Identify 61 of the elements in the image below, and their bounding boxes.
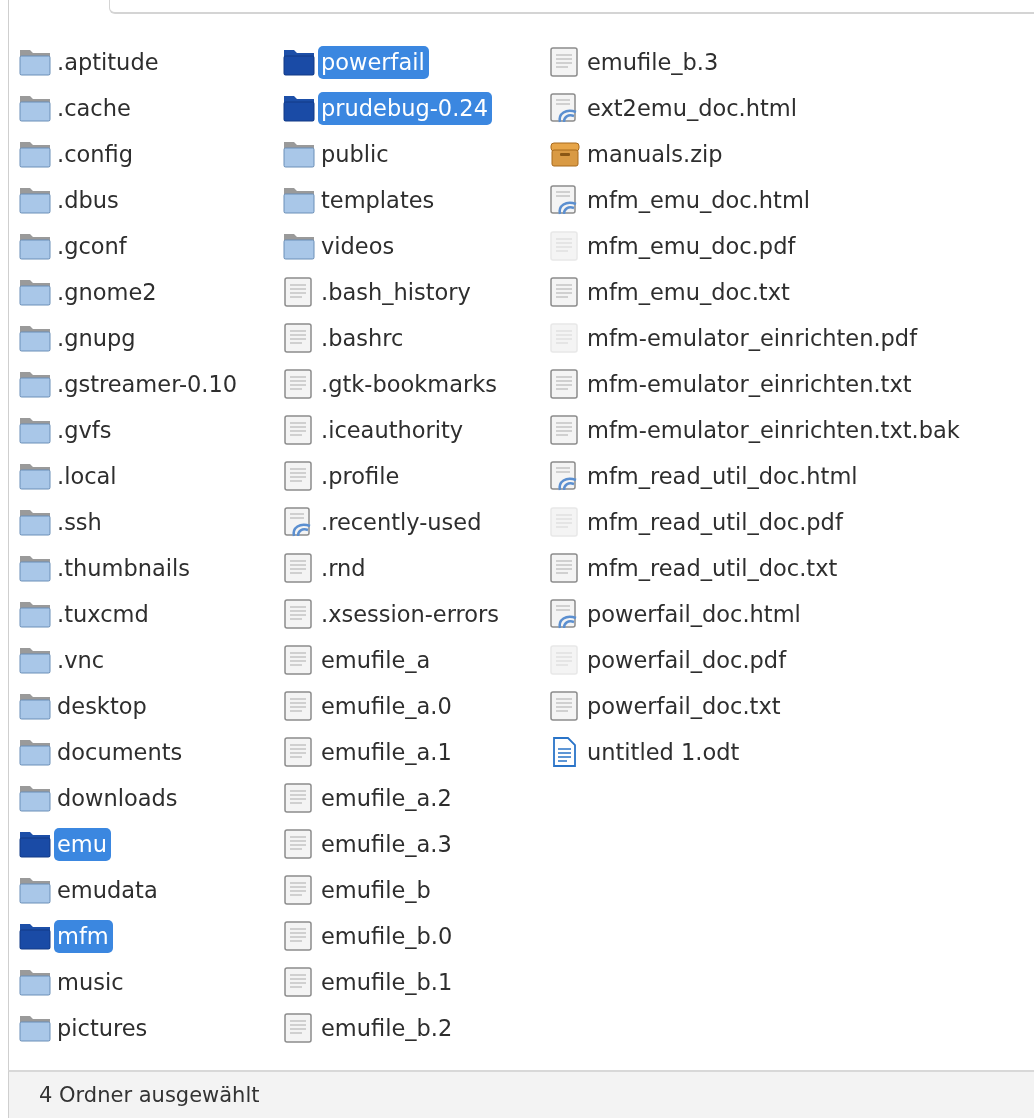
file-name[interactable]: .xsession-errors [318,597,504,631]
file-name[interactable]: manuals.zip [584,137,727,171]
file-name[interactable]: emu [54,827,112,861]
file-name[interactable]: videos [318,229,399,263]
file-name[interactable]: .gtk-bookmarks [318,367,501,401]
file-name[interactable]: untitled 1.odt [584,735,744,769]
file-name[interactable]: public [318,137,393,171]
file-name[interactable]: mfm-emulator_einrichten.pdf [584,321,922,355]
file-name[interactable]: mfm_read_util_doc.html [584,459,862,493]
file-name[interactable]: .profile [318,459,404,493]
file-name[interactable]: mfm_read_util_doc.pdf [584,505,847,539]
file-name[interactable]: powerfail [318,45,429,79]
file-name[interactable]: .gconf [54,229,131,263]
file-name[interactable]: mfm_emu_doc.html [584,183,815,217]
file-name[interactable]: emufile_b.3 [584,45,723,79]
file-name[interactable]: .bash_history [318,275,475,309]
file-name[interactable]: emufile_a [318,643,435,677]
file-name[interactable]: .recently-used [318,505,486,539]
file-name[interactable]: .ssh [54,505,106,539]
file-name[interactable]: .thumbnails [54,551,194,585]
file-name[interactable]: .bashrc [318,321,408,355]
file-name[interactable]: mfm [54,919,113,953]
status-text: 4 Ordner ausgewählt [39,1083,260,1107]
file-name[interactable]: powerfail_doc.txt [584,689,785,723]
file-name[interactable]: mfm_emu_doc.pdf [584,229,800,263]
file-name[interactable]: .gvfs [54,413,116,447]
file-name[interactable]: powerfail_doc.pdf [584,643,791,677]
file-name[interactable]: .tuxcmd [54,597,153,631]
file-name[interactable]: .gstreamer-0.10 [54,367,242,401]
file-name[interactable]: music [54,965,128,999]
file-name[interactable]: downloads [54,781,182,815]
file-name[interactable]: .config [54,137,137,171]
file-name[interactable]: .cache [54,91,135,125]
file-name[interactable]: .iceauthority [318,413,468,447]
file-name[interactable]: mfm_read_util_doc.txt [584,551,842,585]
file-name[interactable]: prudebug-0.24 [318,91,492,125]
file-name[interactable]: .local [54,459,121,493]
file-name[interactable]: emufile_a.0 [318,689,456,723]
file-name[interactable]: .rnd [318,551,370,585]
file-name[interactable]: emudata [54,873,162,907]
file-name[interactable]: emufile_a.1 [318,735,456,769]
file-name[interactable]: templates [318,183,439,217]
file-name[interactable]: mfm_emu_doc.txt [584,275,794,309]
file-name[interactable]: .gnupg [54,321,140,355]
file-name[interactable]: emufile_b.1 [318,965,457,999]
file-name[interactable]: pictures [54,1011,152,1045]
file-name[interactable]: emufile_b.0 [318,919,457,953]
file-name[interactable]: mfm-emulator_einrichten.txt [584,367,916,401]
file-name[interactable]: mfm-emulator_einrichten.txt.bak [584,413,964,447]
file-name[interactable]: documents [54,735,187,769]
file-name[interactable]: powerfail_doc.html [584,597,805,631]
file-name[interactable]: ext2emu_doc.html [584,91,801,125]
file-name[interactable]: emufile_b [318,873,435,907]
file-name[interactable]: emufile_b.2 [318,1011,457,1045]
file-name[interactable]: .aptitude [54,45,163,79]
file-name[interactable]: .gnome2 [54,275,161,309]
file-name[interactable]: .vnc [54,643,109,677]
file-name[interactable]: .dbus [54,183,123,217]
file-name[interactable]: emufile_a.3 [318,827,456,861]
file-name[interactable]: emufile_a.2 [318,781,456,815]
file-name[interactable]: desktop [54,689,151,723]
